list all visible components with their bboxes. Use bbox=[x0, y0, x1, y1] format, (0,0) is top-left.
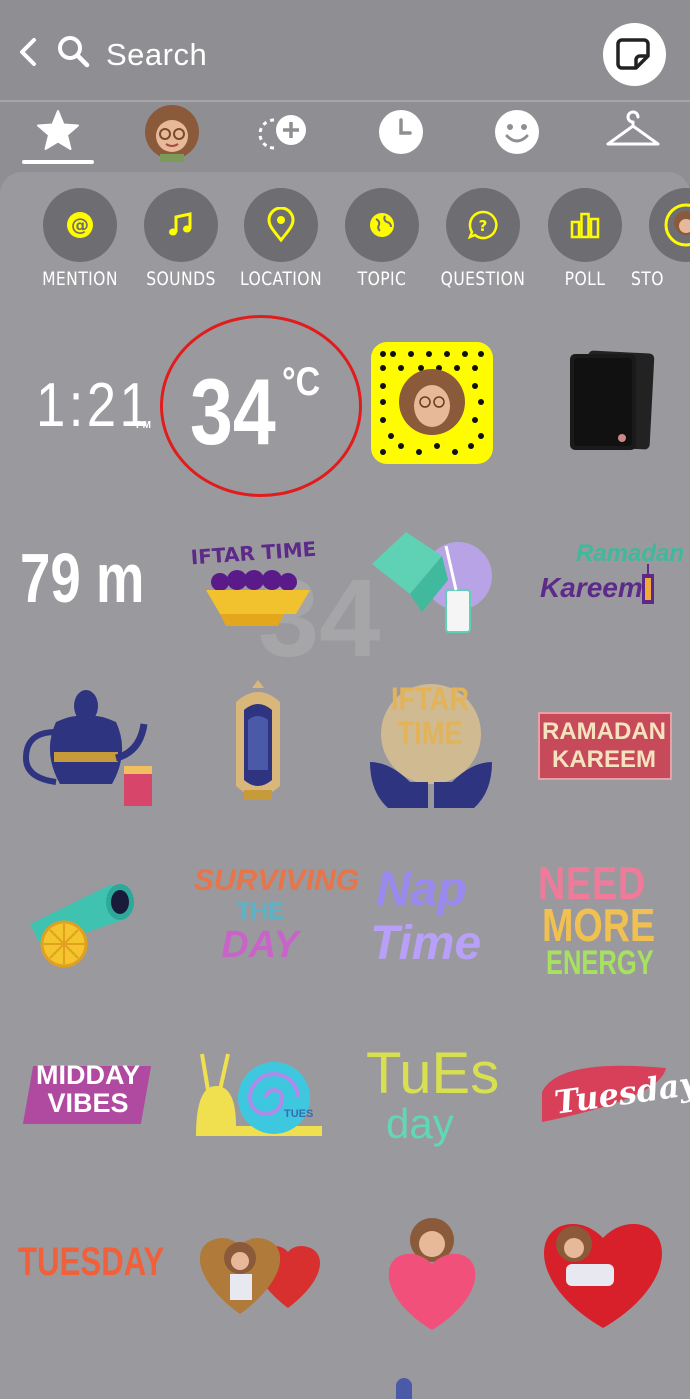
time-suffix: PM bbox=[136, 420, 151, 431]
red-heart-icon bbox=[544, 1224, 662, 1328]
category-topic[interactable] bbox=[345, 188, 419, 262]
tab-recent[interactable] bbox=[356, 102, 446, 166]
category-label-mention: MENTION bbox=[42, 268, 118, 290]
ramadan-block-line1: RAMADAN bbox=[542, 718, 666, 745]
nap-line2: Time bbox=[370, 917, 482, 970]
sticker-midday-vibes[interactable]: MIDDAY VIBES bbox=[22, 1058, 154, 1128]
globe-icon bbox=[370, 213, 394, 237]
active-tab-indicator bbox=[22, 160, 94, 164]
highlight-circle bbox=[160, 315, 362, 497]
sticker-nap-time[interactable]: Nap Time bbox=[366, 862, 498, 974]
sticker-lantern[interactable] bbox=[226, 680, 290, 812]
midday-line2: VIBES bbox=[47, 1088, 129, 1118]
hanger-icon bbox=[606, 110, 660, 146]
tab-bitmoji[interactable] bbox=[127, 102, 217, 166]
sticker-teapot[interactable] bbox=[20, 682, 154, 810]
tues-line1: TuEs bbox=[366, 1041, 500, 1106]
snail-icon bbox=[196, 1053, 322, 1136]
tab-create-cutout[interactable] bbox=[240, 102, 330, 166]
category-poll[interactable] bbox=[548, 188, 622, 262]
ramadan-script-line1: Ramadan bbox=[576, 540, 685, 567]
sticker-tuesday-script[interactable]: Tuesday bbox=[538, 1054, 690, 1130]
sticker-time[interactable]: 1:21 PM bbox=[36, 370, 158, 440]
svg-text:@: @ bbox=[71, 215, 89, 236]
category-mention[interactable]: @ bbox=[43, 188, 117, 262]
clock-icon bbox=[379, 110, 423, 154]
category-label-question: QUESTION bbox=[440, 268, 526, 290]
milk-carton-icon bbox=[372, 532, 492, 633]
ramadan-script-line2: Kareem bbox=[540, 572, 643, 603]
sticker-need-more-energy[interactable]: NEED MORE ENERGY bbox=[538, 856, 672, 984]
music-note-icon bbox=[169, 212, 192, 236]
category-location[interactable] bbox=[244, 188, 318, 262]
sticker-cards[interactable] bbox=[556, 350, 656, 454]
sticker-cannon[interactable] bbox=[20, 868, 152, 970]
category-label-location: LOCATION bbox=[239, 268, 323, 290]
sticker-bitmoji-heart[interactable] bbox=[384, 1214, 480, 1334]
sticker-icon bbox=[616, 38, 650, 70]
cards-icon bbox=[570, 350, 655, 450]
sticker-snapcode[interactable] bbox=[371, 342, 493, 464]
category-story[interactable] bbox=[649, 188, 690, 262]
at-icon: @ bbox=[67, 212, 93, 238]
question-bubble-icon: ? bbox=[467, 210, 498, 240]
sticker-snail[interactable]: TUES bbox=[194, 1046, 326, 1142]
smiley-icon bbox=[495, 110, 539, 154]
search-input[interactable]: Search bbox=[106, 37, 207, 73]
sticker-ramadan-kareem-block[interactable]: RAMADAN KAREEM bbox=[538, 712, 672, 780]
surviving-line3: DAY bbox=[221, 924, 299, 966]
sticker-ramadan-kareem-script[interactable]: Ramadan Kareem bbox=[538, 540, 684, 620]
search-icon[interactable] bbox=[56, 34, 90, 68]
ramadan-block-line2: KAREEM bbox=[551, 746, 656, 773]
star-icon bbox=[37, 110, 79, 150]
need-line3: ENERGY bbox=[546, 944, 654, 982]
surviving-line1: SURVIVING bbox=[194, 864, 360, 897]
surviving-line2: THE bbox=[236, 898, 284, 925]
sticker-tuesday-block[interactable]: TUESDAY bbox=[18, 1240, 164, 1285]
back-chevron-icon[interactable] bbox=[14, 36, 42, 68]
iftar-text: IFTAR TIME bbox=[192, 537, 317, 570]
tues-line2: day bbox=[386, 1100, 454, 1147]
iftar-block-text: IFTAR TIME bbox=[390, 681, 470, 751]
sticker-partial[interactable] bbox=[396, 1378, 412, 1399]
bitmoji-heart-icon bbox=[388, 1218, 476, 1330]
iftar-bowl-icon: IFTAR TIME bbox=[190, 537, 317, 626]
bar-poll-icon bbox=[570, 212, 600, 239]
sticker-iftar-bowl[interactable]: IFTAR TIME bbox=[190, 530, 322, 630]
tab-emoji[interactable] bbox=[472, 102, 562, 166]
tab-outfits[interactable] bbox=[588, 102, 678, 166]
sticker-surviving-the-day[interactable]: SURVIVING THE DAY bbox=[194, 864, 360, 976]
teapot-icon bbox=[22, 690, 152, 806]
sticker-bitmoji-heart-frame[interactable] bbox=[192, 1218, 326, 1318]
snapcode-icon bbox=[371, 342, 493, 464]
category-label-topic: TOPIC bbox=[357, 268, 407, 290]
category-label-sounds: SOUNDS bbox=[146, 268, 216, 290]
category-label-poll: POLL bbox=[564, 268, 606, 290]
category-question[interactable]: ? bbox=[446, 188, 520, 262]
sticker-tab-bar bbox=[0, 102, 690, 170]
sticker-iftar-hands[interactable]: IFTAR TIME bbox=[366, 682, 496, 810]
heart-frame-icon bbox=[199, 1238, 321, 1314]
lantern-icon bbox=[642, 564, 654, 604]
sticker-tues-day[interactable]: TuEs day bbox=[366, 1040, 500, 1152]
midday-line1: MIDDAY bbox=[35, 1060, 141, 1090]
time-value: 1:21 bbox=[36, 371, 153, 440]
snail-label: TUES bbox=[284, 1108, 314, 1120]
cannon-icon bbox=[30, 884, 134, 968]
location-pin-icon bbox=[267, 207, 295, 243]
svg-text:?: ? bbox=[479, 217, 488, 235]
category-sounds[interactable] bbox=[144, 188, 218, 262]
bitmoji-avatar-icon bbox=[145, 105, 199, 162]
add-cutout-icon bbox=[258, 115, 306, 150]
create-sticker-button[interactable] bbox=[603, 23, 666, 86]
nap-line1: Nap bbox=[376, 863, 467, 916]
story-icon bbox=[664, 203, 690, 247]
sticker-milk-carton[interactable] bbox=[366, 524, 496, 638]
category-label-story: STO bbox=[631, 268, 664, 290]
sticker-bitmoji-red-heart[interactable] bbox=[536, 1204, 670, 1332]
gold-lantern-icon bbox=[236, 680, 280, 800]
tab-favorites[interactable] bbox=[13, 102, 103, 166]
sticker-altitude[interactable]: 79 m bbox=[20, 538, 144, 618]
top-bar: Search bbox=[0, 0, 690, 100]
